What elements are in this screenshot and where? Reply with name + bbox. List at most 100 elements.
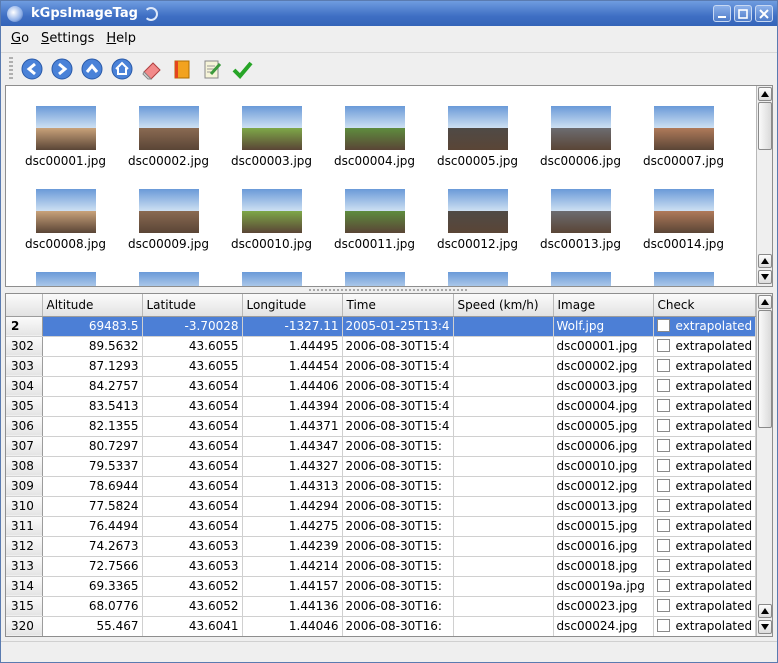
cell-time[interactable]: 2006-08-30T15: — [342, 576, 454, 597]
table-row[interactable]: 305 83.5413 43.6054 1.44394 2006-08-30T15:4 d… — [6, 396, 757, 417]
column-latitude[interactable]: Latitude — [142, 294, 243, 317]
table-row[interactable]: 312 74.2673 43.6053 1.44239 2006-08-30T15: ds… — [6, 536, 757, 557]
extrapolated-checkbox[interactable] — [656, 579, 670, 592]
column-speed[interactable]: Speed (km/h) — [453, 294, 554, 317]
cell-speed[interactable] — [453, 416, 554, 437]
thumbnail-image[interactable] — [138, 106, 199, 150]
cell-check[interactable]: extrapolated — [653, 536, 757, 557]
table-row[interactable]: 2 69483.5 -3.70028 -1327.11 2005-01-25T13:4 W… — [6, 316, 757, 337]
column-check[interactable]: Check — [653, 294, 757, 317]
thumbnail-item[interactable]: dsc00001.jpg — [14, 106, 117, 168]
cell-speed[interactable] — [453, 556, 554, 577]
thumbnail-image[interactable] — [35, 189, 96, 233]
table-scrollbar[interactable] — [756, 294, 772, 636]
table-row[interactable]: 306 82.1355 43.6054 1.44371 2006-08-30T15:4 d… — [6, 416, 757, 437]
cell-time[interactable]: 2006-08-30T15: — [342, 496, 454, 517]
thumbnail-image[interactable] — [344, 189, 405, 233]
maximize-button[interactable] — [734, 5, 752, 22]
table-row[interactable]: 313 72.7566 43.6053 1.44214 2006-08-30T15: ds… — [6, 556, 757, 577]
thumbnail-item[interactable] — [632, 272, 735, 286]
cell-latitude[interactable]: 43.6053 — [142, 556, 243, 577]
row-header[interactable]: 302 — [6, 336, 43, 357]
menu-help[interactable]: Help — [100, 31, 142, 46]
thumbnail-item[interactable] — [426, 272, 529, 286]
cell-time[interactable]: 2006-08-30T16: — [342, 616, 454, 636]
cell-speed[interactable] — [453, 576, 554, 597]
thumbnail-image[interactable] — [447, 272, 508, 286]
row-header[interactable]: 314 — [6, 576, 43, 597]
thumbnail-item[interactable]: dsc00003.jpg — [220, 106, 323, 168]
cell-longitude[interactable]: 1.44406 — [242, 376, 343, 397]
cell-check[interactable]: extrapolated — [653, 456, 757, 477]
cell-check[interactable]: extrapolated — [653, 316, 757, 337]
cell-image[interactable]: dsc00001.jpg — [553, 336, 654, 357]
cell-image[interactable]: dsc00010.jpg — [553, 456, 654, 477]
cell-altitude[interactable]: 74.2673 — [42, 536, 143, 557]
cell-check[interactable]: extrapolated — [653, 576, 757, 597]
cell-latitude[interactable]: 43.6054 — [142, 496, 243, 517]
scroll-down-button[interactable] — [758, 270, 772, 284]
cell-altitude[interactable]: 78.6944 — [42, 476, 143, 497]
cell-check[interactable]: extrapolated — [653, 436, 757, 457]
row-header[interactable]: 308 — [6, 456, 43, 477]
table-row[interactable]: 314 69.3365 43.6052 1.44157 2006-08-30T15: ds… — [6, 576, 757, 597]
cell-longitude[interactable]: 1.44394 — [242, 396, 343, 417]
table-row[interactable]: 302 89.5632 43.6055 1.44495 2006-08-30T15:4 d… — [6, 336, 757, 357]
cell-altitude[interactable]: 80.7297 — [42, 436, 143, 457]
cell-latitude[interactable]: 43.6054 — [142, 416, 243, 437]
thumbnail-image[interactable] — [241, 272, 302, 286]
cell-image[interactable]: dsc00004.jpg — [553, 396, 654, 417]
thumbnail-item[interactable] — [14, 272, 117, 286]
close-button[interactable] — [755, 5, 773, 22]
cell-time[interactable]: 2006-08-30T15: — [342, 536, 454, 557]
cell-image[interactable]: dsc00005.jpg — [553, 416, 654, 437]
minimize-button[interactable] — [713, 5, 731, 22]
scroll-up-button[interactable] — [758, 604, 772, 618]
menu-go[interactable]: Go — [5, 31, 35, 46]
scrollbar-thumb[interactable] — [758, 102, 772, 150]
cell-time[interactable]: 2006-08-30T15:4 — [342, 416, 454, 437]
cell-speed[interactable] — [453, 596, 554, 617]
cell-time[interactable]: 2005-01-25T13:4 — [342, 316, 454, 337]
table-row[interactable]: 303 87.1293 43.6055 1.44454 2006-08-30T15:4 d… — [6, 356, 757, 377]
thumbnail-item[interactable] — [220, 272, 323, 286]
thumbnail-image[interactable] — [138, 272, 199, 286]
scroll-up-button[interactable] — [758, 87, 772, 101]
cell-latitude[interactable]: 43.6052 — [142, 596, 243, 617]
cell-latitude[interactable]: 43.6055 — [142, 336, 243, 357]
cell-longitude[interactable]: 1.44046 — [242, 616, 343, 636]
cell-altitude[interactable]: 72.7566 — [42, 556, 143, 577]
cell-latitude[interactable]: 43.6054 — [142, 456, 243, 477]
cell-latitude[interactable]: 43.6054 — [142, 376, 243, 397]
thumbnail-image[interactable] — [447, 189, 508, 233]
cell-longitude[interactable]: 1.44239 — [242, 536, 343, 557]
cell-latitude[interactable]: -3.70028 — [142, 316, 243, 337]
cell-longitude[interactable]: 1.44454 — [242, 356, 343, 377]
back-button[interactable] — [17, 55, 47, 83]
extrapolated-checkbox[interactable] — [656, 539, 670, 552]
extrapolated-checkbox[interactable] — [656, 619, 670, 632]
thumbnail-image[interactable] — [344, 272, 405, 286]
table-row[interactable]: 304 84.2757 43.6054 1.44406 2006-08-30T15:4 d… — [6, 376, 757, 397]
row-header[interactable]: 313 — [6, 556, 43, 577]
cell-time[interactable]: 2006-08-30T16: — [342, 596, 454, 617]
row-header[interactable]: 306 — [6, 416, 43, 437]
cell-longitude[interactable]: 1.44275 — [242, 516, 343, 537]
thumbnail-view[interactable]: dsc00014.jpg dsc00013.jpg dsc00012.jpg dsc0… — [5, 85, 773, 287]
cell-check[interactable]: extrapolated — [653, 556, 757, 577]
cell-altitude[interactable]: 68.0776 — [42, 596, 143, 617]
column-image[interactable]: Image — [553, 294, 654, 317]
cell-speed[interactable] — [453, 496, 554, 517]
cell-speed[interactable] — [453, 376, 554, 397]
cell-altitude[interactable]: 84.2757 — [42, 376, 143, 397]
thumbnail-item[interactable]: dsc00009.jpg — [117, 189, 220, 251]
row-header[interactable]: 304 — [6, 376, 43, 397]
thumbnail-image[interactable] — [344, 106, 405, 150]
thumbnail-image[interactable] — [241, 189, 302, 233]
cell-longitude[interactable]: 1.44313 — [242, 476, 343, 497]
app-logo-icon[interactable] — [7, 5, 23, 22]
column-longitude[interactable]: Longitude — [242, 294, 343, 317]
row-header[interactable]: 320 — [6, 616, 43, 636]
cell-time[interactable]: 2006-08-30T15:4 — [342, 376, 454, 397]
column-time[interactable]: Time — [342, 294, 454, 317]
